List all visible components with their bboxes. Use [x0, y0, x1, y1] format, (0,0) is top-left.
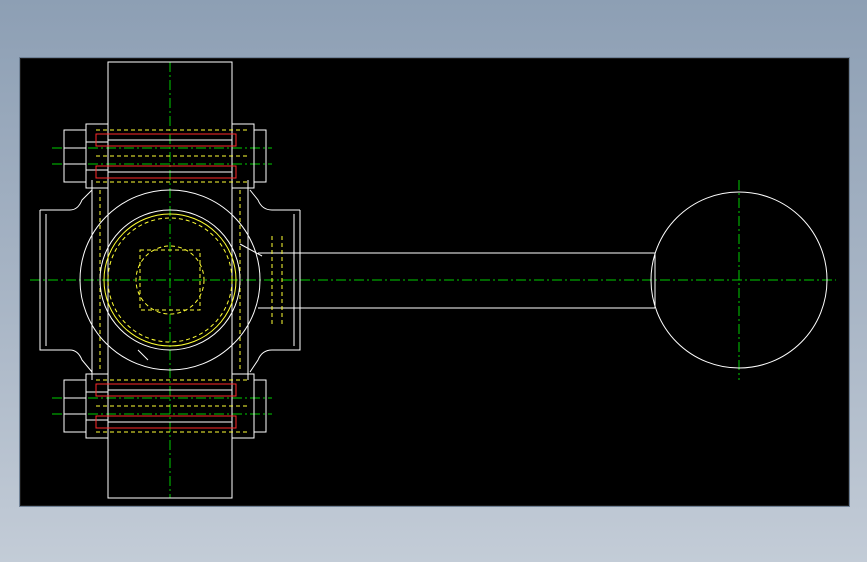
cad-drawing: [30, 61, 836, 499]
right-boss: [249, 189, 301, 373]
left-boss: [39, 189, 93, 373]
top-bolt-group: [63, 123, 267, 189]
center-lines: [30, 62, 836, 498]
bottom-bolt-group: [63, 373, 267, 439]
